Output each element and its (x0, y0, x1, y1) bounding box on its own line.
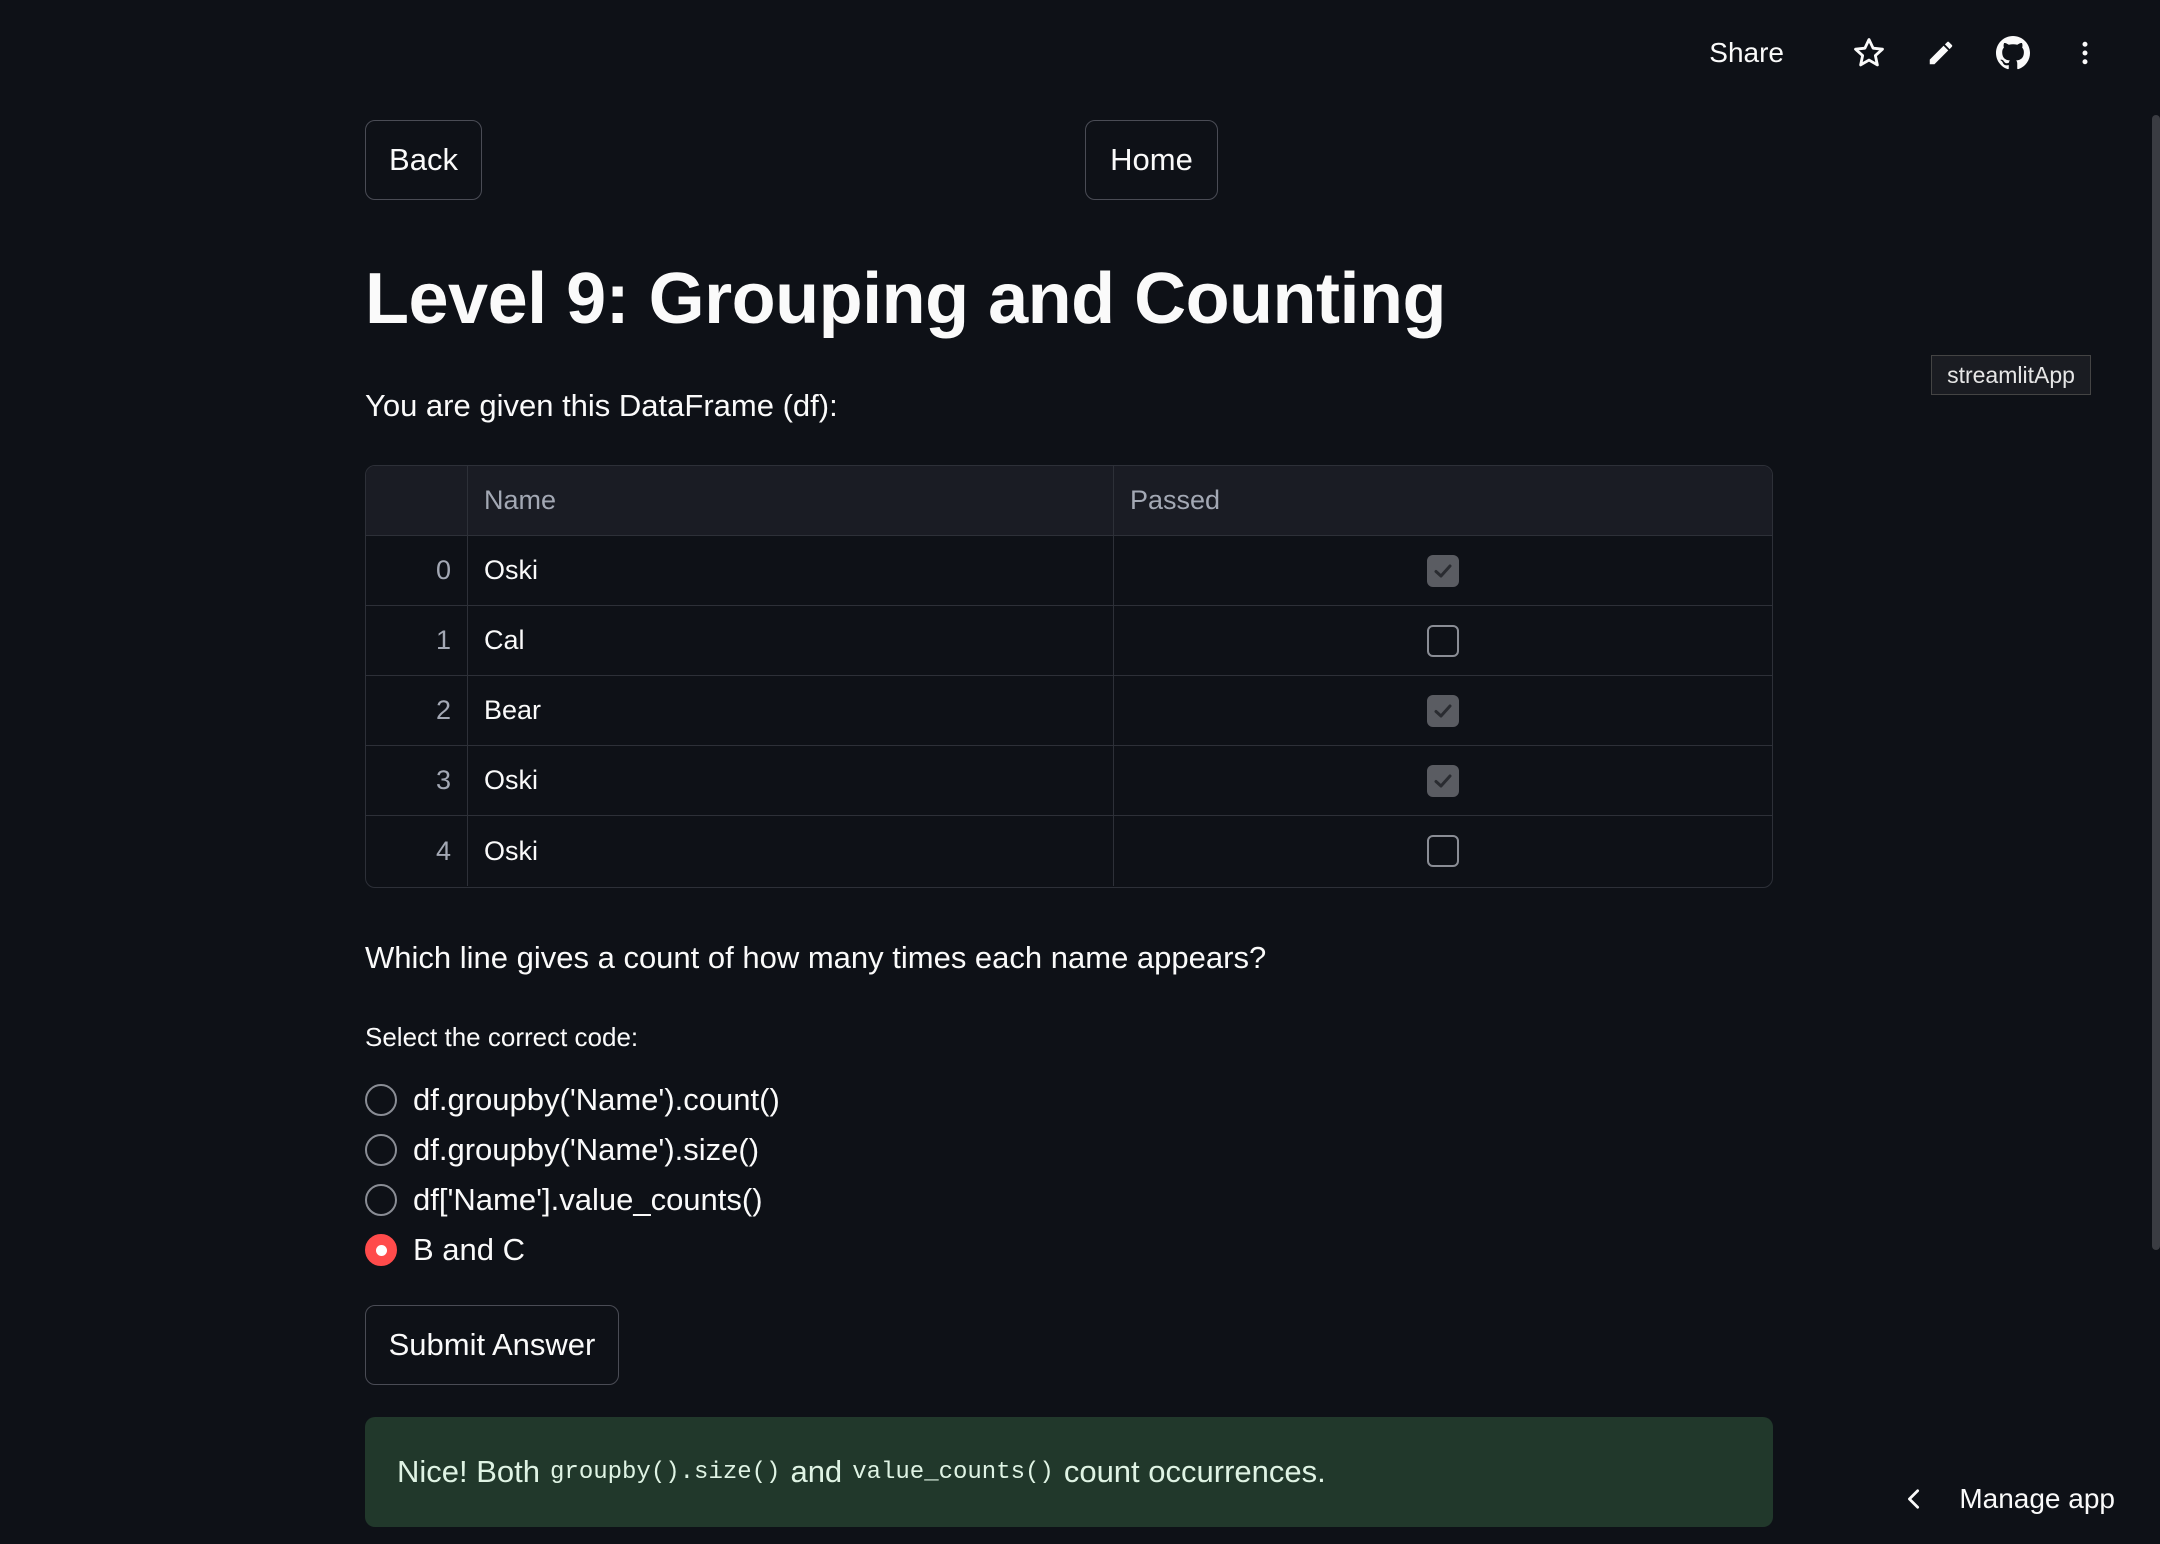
radio-option-label: df.groupby('Name').size() (413, 1132, 760, 1167)
check-icon (1434, 704, 1452, 717)
radio-option-label: df.groupby('Name').count() (413, 1082, 780, 1117)
radio-option[interactable]: df.groupby('Name').size() (365, 1125, 780, 1175)
cell-passed[interactable] (1114, 606, 1772, 675)
home-button[interactable]: Home (1085, 120, 1218, 200)
submit-answer-button[interactable]: Submit Answer (365, 1305, 619, 1385)
passed-checkbox[interactable] (1427, 835, 1459, 867)
cell-passed[interactable] (1114, 536, 1772, 605)
more-vert-icon[interactable] (2060, 28, 2110, 78)
cell-passed[interactable] (1114, 816, 1772, 886)
github-icon[interactable] (1988, 28, 2038, 78)
feedback-suffix: count occurrences. (1063, 1454, 1326, 1489)
passed-checkbox[interactable] (1427, 764, 1459, 797)
row-index: 3 (366, 746, 468, 815)
pencil-icon[interactable] (1916, 28, 1966, 78)
radio-option[interactable]: B and C (365, 1225, 780, 1275)
row-index: 1 (366, 606, 468, 675)
cell-passed[interactable] (1114, 746, 1772, 815)
radio-button[interactable] (365, 1234, 397, 1266)
success-alert: Nice! Both groupby().size() and value_co… (365, 1417, 1773, 1527)
passed-checkbox[interactable] (1427, 694, 1459, 727)
radio-button[interactable] (365, 1084, 397, 1116)
chevron-left-icon (1908, 1489, 1920, 1509)
table-row[interactable]: 0 Oski (366, 536, 1772, 606)
index-header (366, 466, 468, 535)
question-text: Which line gives a count of how many tim… (365, 940, 1267, 975)
table-row[interactable]: 3 Oski (366, 746, 1772, 816)
row-index: 2 (366, 676, 468, 745)
radio-button[interactable] (365, 1134, 397, 1166)
scrollbar[interactable] (2152, 115, 2160, 1250)
radio-option[interactable]: df.groupby('Name').count() (365, 1075, 780, 1125)
passed-checkbox[interactable] (1427, 554, 1459, 587)
manage-app-label: Manage app (1959, 1483, 2115, 1514)
intro-text: You are given this DataFrame (df): (365, 388, 838, 423)
share-button[interactable]: Share (1709, 37, 1784, 69)
cell-name[interactable]: Bear (468, 676, 1114, 745)
row-index: 4 (366, 816, 468, 886)
table-row[interactable]: 4 Oski (366, 816, 1772, 886)
radio-option-label: df['Name'].value_counts() (413, 1182, 763, 1217)
table-header-row: Name Passed (366, 466, 1772, 536)
radio-button[interactable] (365, 1184, 397, 1216)
cell-name[interactable]: Cal (468, 606, 1114, 675)
dataframe-table[interactable]: Name Passed 0 Oski 1 Cal 2 Bear 3 Oski 4 Oski (365, 465, 1773, 888)
feedback-prefix: Nice! Both (397, 1454, 541, 1489)
header-toolbar: Share (1709, 28, 2110, 78)
cell-passed[interactable] (1114, 676, 1772, 745)
radio-option-label: B and C (413, 1232, 526, 1267)
cell-name[interactable]: Oski (468, 746, 1114, 815)
back-button[interactable]: Back (365, 120, 482, 200)
radio-option[interactable]: df['Name'].value_counts() (365, 1175, 780, 1225)
column-header-name[interactable]: Name (468, 466, 1114, 535)
cell-name[interactable]: Oski (468, 536, 1114, 605)
star-icon[interactable] (1844, 28, 1894, 78)
cell-name[interactable]: Oski (468, 816, 1114, 886)
page-title: Level 9: Grouping and Counting (365, 259, 1446, 339)
table-row[interactable]: 2 Bear (366, 676, 1772, 746)
check-icon (1434, 774, 1452, 787)
answer-radio-group: df.groupby('Name').count() df.groupby('Na… (365, 1075, 780, 1275)
feedback-middle: and (790, 1454, 843, 1489)
check-icon (1434, 564, 1452, 577)
column-header-passed[interactable]: Passed (1114, 466, 1772, 535)
feedback-code-value-counts: value_counts() (852, 1458, 1054, 1486)
manage-app-button[interactable]: Manage app (1903, 1469, 2115, 1529)
passed-checkbox[interactable] (1427, 624, 1459, 657)
radio-group-label: Select the correct code: (365, 1022, 639, 1052)
feedback-code-size: groupby().size() (550, 1458, 781, 1486)
app-name-tooltip: streamlitApp (1931, 355, 2091, 395)
row-index: 0 (366, 536, 468, 605)
table-row[interactable]: 1 Cal (366, 606, 1772, 676)
